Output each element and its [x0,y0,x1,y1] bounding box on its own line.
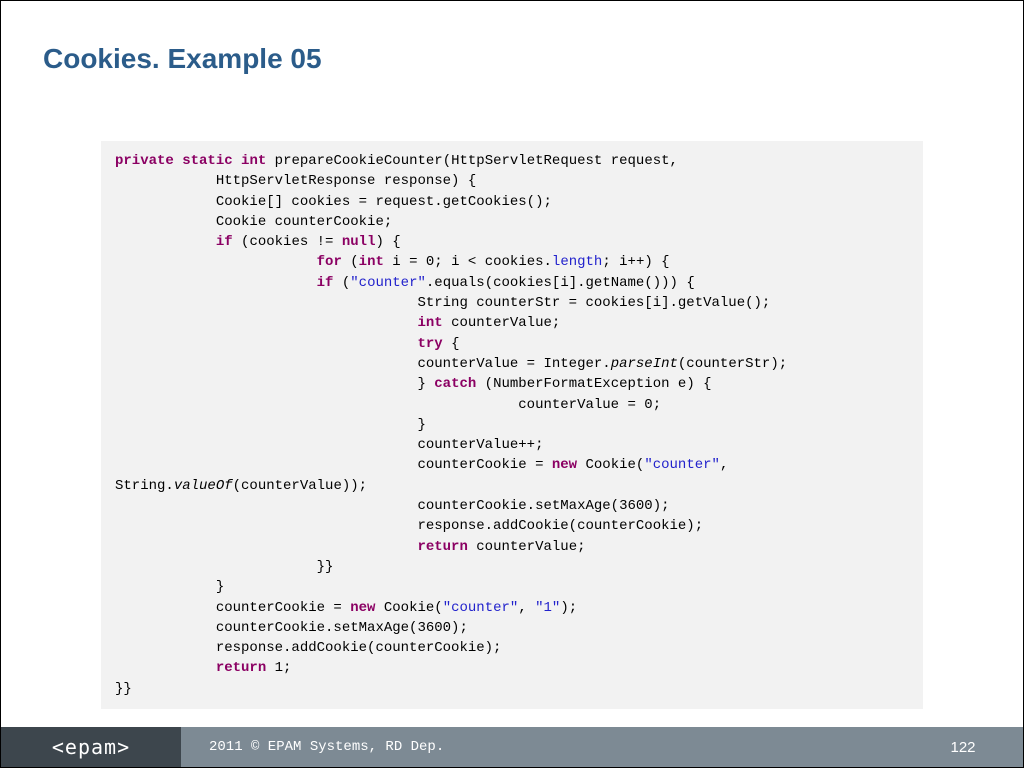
kw-null: null [342,234,376,250]
code-text [115,336,417,352]
code-text: counterValue = Integer. [115,356,611,372]
slide-title: Cookies. Example 05 [43,43,322,75]
str-one: "1" [535,600,560,616]
method-valueof: valueOf [174,478,233,494]
code-text [115,539,417,555]
page-number: 122 [903,727,1023,767]
code-text: } [115,417,426,433]
kw-catch: catch [434,376,476,392]
kw-new: new [552,457,577,473]
code-text: (counterStr); [678,356,787,372]
brand-logo: <epam> [1,727,181,767]
code-text: , [518,600,535,616]
code-text: 1; [266,660,291,676]
code-text: { [443,336,460,352]
code-text: counterValue = 0; [115,397,661,413]
code-text: response.addCookie(counterCookie); [115,640,501,656]
kw-return: return [417,539,467,555]
code-text: String. [115,478,174,494]
kw-if: if [317,275,334,291]
code-text: Cookie[] cookies = request.getCookies(); [115,194,552,210]
code-text: } [115,579,224,595]
kw-try: try [417,336,442,352]
field-length: length [552,254,602,270]
code-text: i = 0; i < cookies. [384,254,552,270]
kw-int: int [417,315,442,331]
kw-new: new [350,600,375,616]
str-counter: "counter" [443,600,519,616]
code-text: counterCookie.setMaxAge(3600); [115,620,468,636]
code-text: counterValue; [468,539,586,555]
code-text: ( [342,254,359,270]
copyright-text: 2011 © EPAM Systems, RD Dep. [181,727,903,767]
code-text [115,275,317,291]
code-text: ; i++) { [602,254,669,270]
code-text: response.addCookie(counterCookie); [115,518,703,534]
code-text: ( [333,275,350,291]
code-text: Cookie( [375,600,442,616]
kw-for: for [317,254,342,270]
code-text: HttpServletResponse response) { [115,173,476,189]
code-text: (counterValue)); [233,478,367,494]
code-text: (NumberFormatException e) { [476,376,711,392]
code-text: counterCookie = [115,600,350,616]
code-block: private static int prepareCookieCounter(… [101,141,923,709]
code-text [115,315,417,331]
slide: Cookies. Example 05 private static int p… [0,0,1024,768]
code-text: .equals(cookies[i].getName())) { [426,275,695,291]
code-text: prepareCookieCounter(HttpServletRequest … [266,153,678,169]
code-text: , [720,457,728,473]
kw-return: return [216,660,266,676]
code-text: counterValue; [443,315,561,331]
code-text: }} [115,681,132,697]
code-text: String counterStr = cookies[i].getValue(… [115,295,770,311]
kw-static: static [182,153,232,169]
code-text: ); [560,600,577,616]
str-counter: "counter" [350,275,426,291]
code-text: Cookie counterCookie; [115,214,392,230]
code-text: counterValue++; [115,437,543,453]
code-text [115,254,317,270]
code-text: ) { [375,234,400,250]
code-text: (cookies != [233,234,342,250]
code-text: counterCookie = [115,457,552,473]
footer: <epam> 2011 © EPAM Systems, RD Dep. 122 [1,727,1023,767]
kw-int: int [359,254,384,270]
kw-private: private [115,153,174,169]
code-text [115,234,216,250]
str-counter: "counter" [644,457,720,473]
kw-int: int [241,153,266,169]
code-text: counterCookie.setMaxAge(3600); [115,498,670,514]
kw-if: if [216,234,233,250]
code-text: Cookie( [577,457,644,473]
code-text: } [115,376,434,392]
code-text [115,660,216,676]
code-text: }} [115,559,333,575]
method-parseint: parseInt [611,356,678,372]
